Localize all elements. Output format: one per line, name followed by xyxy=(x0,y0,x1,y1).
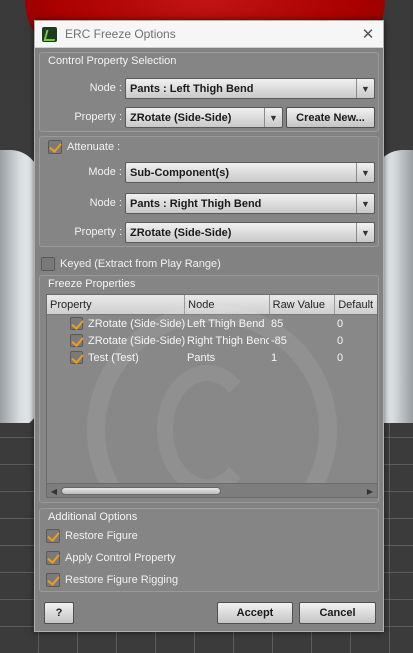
scroll-right-icon[interactable]: ▶ xyxy=(364,485,376,497)
keyed-checkbox[interactable] xyxy=(41,257,55,271)
row-default: 0 xyxy=(337,351,344,364)
row-checkbox[interactable] xyxy=(70,334,83,347)
node-select-value: Pants : Left Thigh Bend xyxy=(130,82,254,95)
create-new-button[interactable]: Create New... xyxy=(286,107,375,128)
window-title: ERC Freeze Options xyxy=(65,27,176,41)
freeze-properties-table[interactable]: Property Node Raw Value Default ZRotate … xyxy=(46,294,378,498)
copyright-watermark-letter xyxy=(157,365,257,495)
column-header-property[interactable]: Property xyxy=(47,295,186,314)
row-checkbox[interactable] xyxy=(70,317,83,330)
row-default: 0 xyxy=(337,317,344,330)
restore-figure-checkbox[interactable] xyxy=(46,529,60,543)
restore-figure-rigging-checkbox[interactable] xyxy=(46,573,60,587)
apply-control-property-label: Apply Control Property xyxy=(65,552,176,564)
attenuate-label: Attenuate : xyxy=(67,141,121,153)
property-select[interactable]: ZRotate (Side-Side) ▼ xyxy=(125,107,283,128)
row-checkbox[interactable] xyxy=(70,351,83,364)
cancel-button[interactable]: Cancel xyxy=(299,602,376,624)
mode-select-value: Sub-Component(s) xyxy=(130,166,229,179)
attenuate-property-select-value: ZRotate (Side-Side) xyxy=(130,226,232,239)
node-label: Node : xyxy=(89,82,122,94)
help-button[interactable]: ? xyxy=(44,602,74,624)
property-select-value: ZRotate (Side-Side) xyxy=(130,111,232,124)
close-button[interactable]: ✕ xyxy=(353,21,383,47)
attenuate-property-select[interactable]: ZRotate (Side-Side) ▼ xyxy=(125,222,375,243)
dropdown-arrow-icon: ▼ xyxy=(356,79,374,98)
attenuate-node-select[interactable]: Pants : Right Thigh Bend ▼ xyxy=(125,193,375,214)
column-header-default[interactable]: Default xyxy=(335,295,377,314)
erc-freeze-options-dialog: ERC Freeze Options ✕ Control Property Se… xyxy=(34,20,384,632)
dropdown-arrow-icon: ▼ xyxy=(356,163,374,182)
accept-button[interactable]: Accept xyxy=(217,602,293,624)
title-bar[interactable]: ERC Freeze Options ✕ xyxy=(35,21,383,48)
group-title: Freeze Properties xyxy=(48,278,136,290)
group-title: Control Property Selection xyxy=(48,55,177,67)
scrollbar-thumb[interactable] xyxy=(61,487,221,495)
keyed-label: Keyed (Extract from Play Range) xyxy=(60,258,221,270)
group-title: Additional Options xyxy=(48,511,138,523)
mode-select[interactable]: Sub-Component(s) ▼ xyxy=(125,162,375,183)
attenuate-group: Attenuate : Mode : Sub-Component(s) ▼ No… xyxy=(39,136,379,247)
row-default: 0 xyxy=(337,334,344,347)
attenuate-checkbox[interactable] xyxy=(48,140,62,154)
additional-options-group: Additional Options Restore Figure Apply … xyxy=(39,508,379,592)
apply-control-property-checkbox[interactable] xyxy=(46,551,60,565)
scroll-left-icon[interactable]: ◀ xyxy=(48,485,60,497)
node-select[interactable]: Pants : Left Thigh Bend ▼ xyxy=(125,78,375,99)
column-header-raw-value[interactable]: Raw Value xyxy=(270,295,336,314)
dropdown-arrow-icon: ▼ xyxy=(356,194,374,213)
horizontal-scrollbar[interactable]: ◀ ▶ xyxy=(47,483,377,497)
help-icon: ? xyxy=(55,607,63,619)
attenuate-node-select-value: Pants : Right Thigh Bend xyxy=(130,197,262,210)
daz-app-icon xyxy=(42,26,57,42)
attenuate-node-label: Node : xyxy=(89,197,122,209)
mode-label: Mode : xyxy=(88,166,122,178)
restore-figure-rigging-label: Restore Figure Rigging xyxy=(65,574,179,586)
property-label: Property : xyxy=(74,111,122,123)
dropdown-arrow-icon: ▼ xyxy=(356,223,374,242)
attenuate-property-label: Property : xyxy=(74,226,122,238)
control-property-selection-group: Control Property Selection Node : Pants … xyxy=(39,52,379,132)
restore-figure-label: Restore Figure xyxy=(65,530,138,542)
dropdown-arrow-icon: ▼ xyxy=(264,108,282,127)
freeze-properties-group: Freeze Properties Property Node Raw Valu… xyxy=(39,275,379,503)
